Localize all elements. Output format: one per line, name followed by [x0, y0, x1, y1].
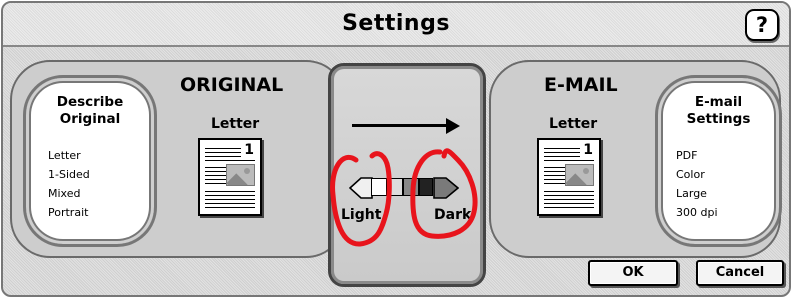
image-placeholder-icon [226, 164, 255, 186]
arrow-head-icon [446, 118, 460, 134]
email-setting-color: Color [676, 168, 705, 181]
original-section-title: ORIGINAL [180, 74, 284, 96]
title-bar: Settings ? [3, 3, 789, 47]
original-setting-orientation: Portrait [48, 206, 89, 219]
density-level-2 [387, 178, 403, 196]
density-level-1 [371, 178, 387, 196]
original-page-number: 1 [244, 142, 254, 158]
direction-arrow-icon [352, 124, 448, 127]
density-panel [328, 63, 486, 287]
email-setting-format: PDF [676, 149, 698, 162]
original-setting-type: Mixed [48, 187, 81, 200]
image-placeholder-icon [565, 164, 594, 186]
email-settings-label-1: E-mail [694, 94, 743, 110]
darker-arrow-button[interactable] [433, 176, 459, 200]
describe-original-label-1: Describe [56, 94, 124, 110]
email-settings-label-2: Settings [686, 111, 751, 127]
email-doc-label: Letter [549, 116, 598, 132]
email-setting-resolution: 300 dpi [676, 206, 718, 219]
help-button[interactable]: ? [745, 9, 779, 41]
window-title: Settings [342, 11, 450, 36]
email-section-title: E-MAIL [544, 74, 618, 96]
email-setting-size: Large [676, 187, 707, 200]
email-settings-button[interactable]: E-mail Settings PDF Color Large 300 dpi [655, 75, 782, 247]
email-settings-list: PDF Color Large 300 dpi [676, 146, 718, 222]
light-label: Light [341, 207, 382, 223]
describe-original-button[interactable]: Describe Original Letter 1-Sided Mixed P… [23, 75, 157, 247]
density-slider[interactable] [349, 176, 461, 200]
email-page-number: 1 [583, 142, 593, 158]
lighter-arrow-button[interactable] [349, 176, 373, 200]
original-settings-list: Letter 1-Sided Mixed Portrait [48, 146, 90, 222]
original-setting-sides: 1-Sided [48, 168, 90, 181]
density-level-3 [403, 178, 419, 196]
ok-button[interactable]: OK [588, 260, 678, 286]
original-document-icon: 1 [198, 138, 262, 216]
describe-original-label-2: Original [59, 111, 121, 127]
cancel-button[interactable]: Cancel [696, 260, 784, 286]
email-document-icon: 1 [537, 138, 601, 216]
dark-label: Dark [434, 207, 472, 223]
density-level-4 [419, 178, 433, 196]
original-setting-paper-size: Letter [48, 149, 81, 162]
original-doc-label: Letter [211, 116, 260, 132]
